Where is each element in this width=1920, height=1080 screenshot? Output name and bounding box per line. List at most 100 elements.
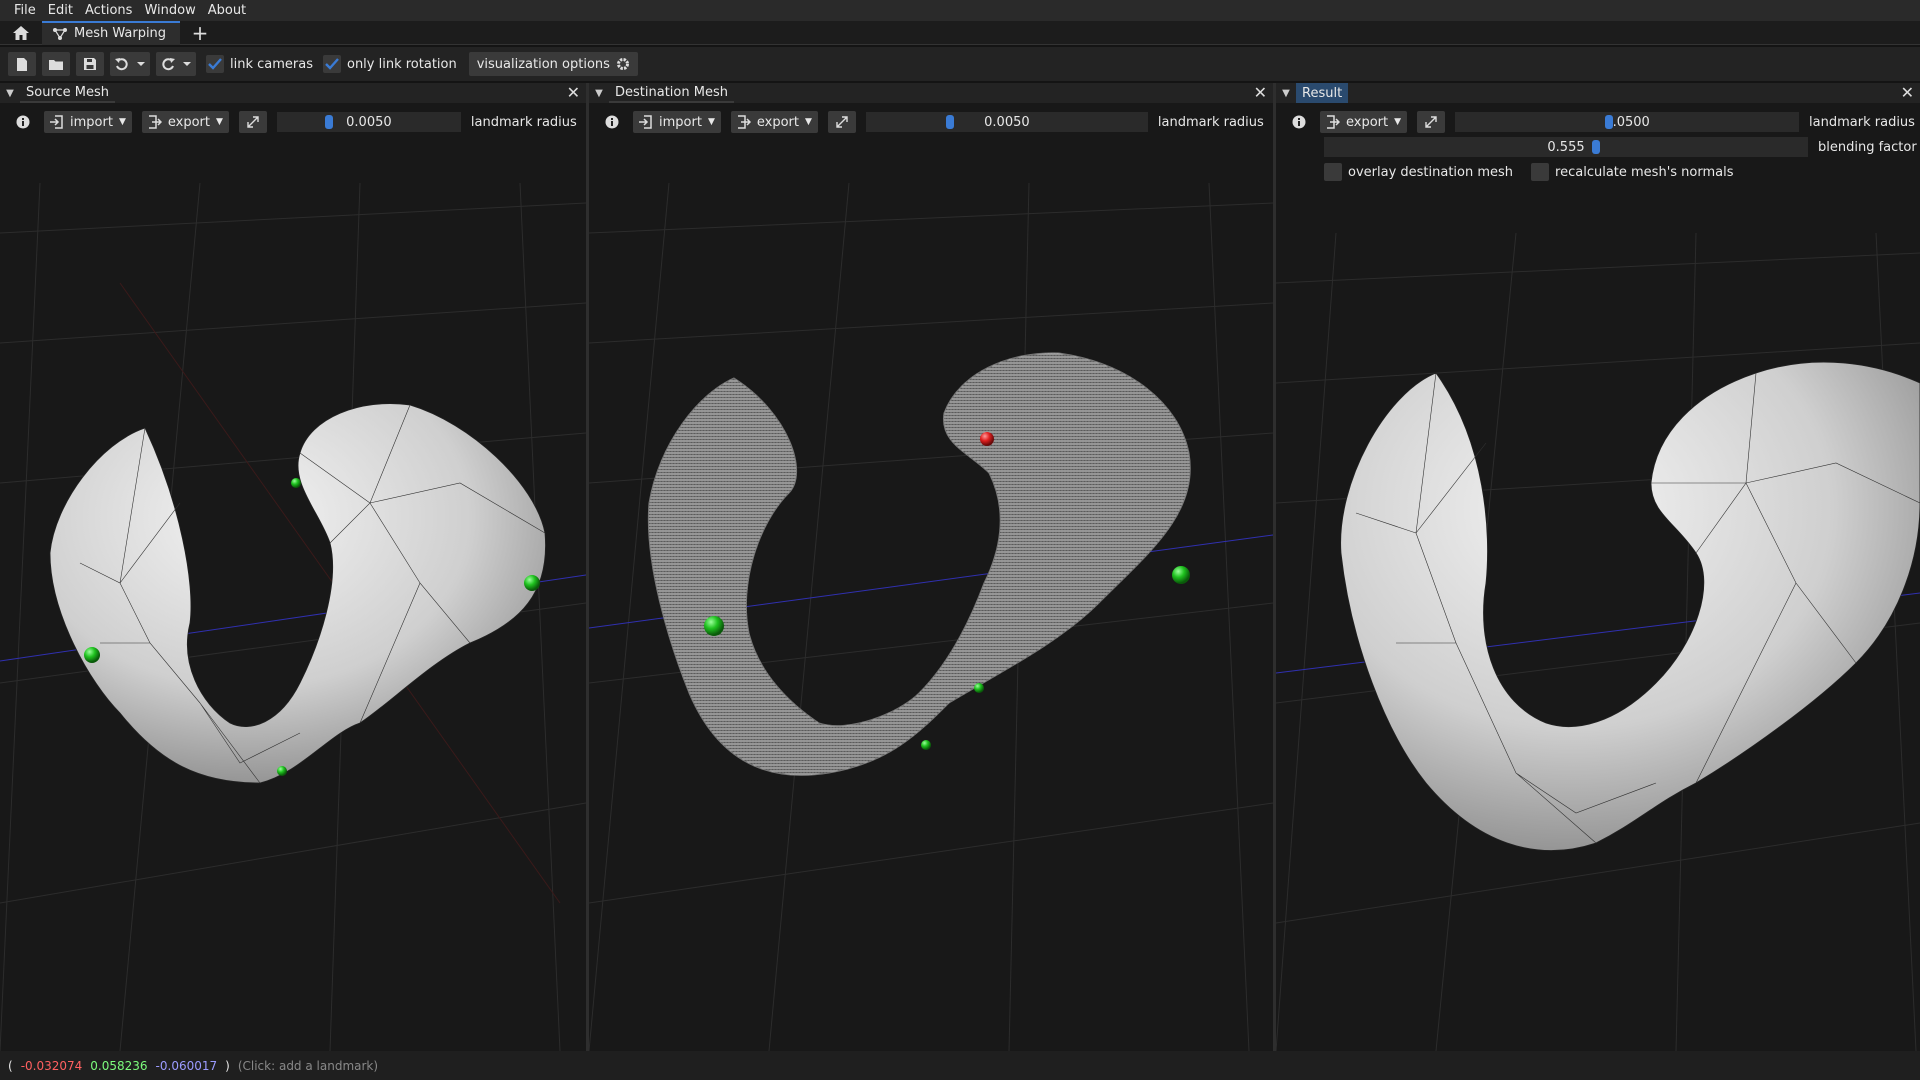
link-cameras-box[interactable] xyxy=(206,55,224,73)
info-button[interactable] xyxy=(601,111,623,133)
menu-window[interactable]: Window xyxy=(138,3,201,18)
slider-knob[interactable] xyxy=(945,115,954,129)
landmark-radius-value: 0.0050 xyxy=(346,114,392,130)
redo-icon[interactable] xyxy=(160,57,176,71)
blending-row: 0.555 blending factor xyxy=(1276,136,1920,158)
chevron-down-icon: ▼ xyxy=(118,117,126,127)
undo-history-icon[interactable] xyxy=(136,61,146,67)
blending-factor-slider[interactable]: 0.555 xyxy=(1324,137,1808,157)
landmark-point[interactable] xyxy=(291,478,301,488)
only-link-rotation-label: only link rotation xyxy=(346,56,457,72)
menu-about[interactable]: About xyxy=(202,3,252,18)
source-panel-title[interactable]: Source Mesh xyxy=(20,83,116,103)
landmark-point[interactable] xyxy=(921,740,931,750)
info-icon xyxy=(16,115,30,129)
overlay-destination-checkbox[interactable] xyxy=(1324,163,1342,181)
mesh-warping-icon xyxy=(53,27,67,40)
landmark-radius-value: 0.0050 xyxy=(984,114,1030,130)
new-file-icon xyxy=(17,57,27,71)
undo-icon[interactable] xyxy=(114,57,130,71)
export-dropdown[interactable]: export ▼ xyxy=(141,111,229,133)
panel-menu-icon[interactable]: ▼ xyxy=(589,88,609,99)
fit-view-button[interactable] xyxy=(1417,111,1446,133)
redo-history-icon[interactable] xyxy=(182,61,192,67)
tab-mesh-warping[interactable]: Mesh Warping xyxy=(42,20,181,45)
info-button[interactable] xyxy=(1288,111,1310,133)
import-dropdown[interactable]: import ▼ xyxy=(44,111,132,133)
menu-file[interactable]: File xyxy=(8,3,42,18)
save-icon xyxy=(84,58,96,70)
source-mesh-panel: ▼ Source Mesh ✕ import ▼ export ▼ 0.0050… xyxy=(0,83,586,1051)
export-label: export xyxy=(1346,114,1389,130)
export-dropdown[interactable]: export ▼ xyxy=(730,111,818,133)
main-toolbar: link cameras only link rotation visualiz… xyxy=(0,47,1920,81)
import-dropdown[interactable]: import ▼ xyxy=(633,111,721,133)
link-cameras-checkbox[interactable]: link cameras xyxy=(206,55,313,73)
result-viewport[interactable] xyxy=(1276,83,1920,1051)
expand-icon xyxy=(247,116,259,128)
landmark-point[interactable] xyxy=(524,575,540,591)
landmark-radius-label: landmark radius xyxy=(1157,114,1264,130)
status-bar: ( -0.032074 0.058236 -0.060017 ) (Click:… xyxy=(0,1051,1920,1080)
expand-icon xyxy=(836,116,848,128)
coord-x: -0.032074 xyxy=(20,1058,83,1073)
slider-knob[interactable] xyxy=(1592,140,1600,154)
selected-landmark-point[interactable] xyxy=(980,432,994,446)
tab-label: Mesh Warping xyxy=(74,26,167,41)
result-options-row: overlay destination mesh recalculate mes… xyxy=(1276,161,1920,183)
open-file-button[interactable] xyxy=(42,52,70,76)
landmark-point[interactable] xyxy=(1172,566,1190,584)
export-icon xyxy=(737,115,751,129)
blending-factor-value: 0.555 xyxy=(1547,139,1585,155)
gear-icon xyxy=(616,58,629,70)
close-icon[interactable]: ✕ xyxy=(1254,83,1267,102)
home-button[interactable] xyxy=(0,21,42,45)
undo-group xyxy=(110,52,150,76)
destination-viewport[interactable] xyxy=(589,83,1273,1051)
add-tab-button[interactable]: + xyxy=(184,21,216,45)
fit-view-button[interactable] xyxy=(238,111,267,133)
coord-close-paren: ) xyxy=(225,1058,230,1073)
result-panel-title[interactable]: Result xyxy=(1296,83,1349,103)
landmark-point[interactable] xyxy=(84,647,100,663)
landmark-radius-label: landmark radius xyxy=(470,114,577,130)
panel-menu-icon[interactable]: ▼ xyxy=(0,88,20,99)
destination-panel-title[interactable]: Destination Mesh xyxy=(609,83,734,103)
recalculate-normals-checkbox[interactable] xyxy=(1531,163,1550,181)
source-controls: import ▼ export ▼ 0.0050 landmark radius xyxy=(0,111,586,133)
import-label: import xyxy=(70,114,113,130)
landmark-point[interactable] xyxy=(974,683,984,693)
slider-knob[interactable] xyxy=(324,115,333,129)
destination-panel-header: ▼ Destination Mesh ✕ xyxy=(589,83,1273,103)
landmark-radius-slider[interactable]: 0.0050 xyxy=(865,112,1148,132)
coord-y: 0.058236 xyxy=(90,1058,148,1073)
export-dropdown[interactable]: export ▼ xyxy=(1320,111,1408,133)
home-icon xyxy=(13,25,29,40)
save-button[interactable] xyxy=(76,52,104,76)
new-file-button[interactable] xyxy=(8,52,36,76)
landmark-point[interactable] xyxy=(277,766,287,776)
close-icon[interactable]: ✕ xyxy=(567,83,580,102)
blending-factor-label: blending factor xyxy=(1818,139,1917,155)
only-link-rotation-checkbox[interactable]: only link rotation xyxy=(322,55,457,73)
slider-knob[interactable] xyxy=(1605,115,1614,129)
status-hint: (Click: add a landmark) xyxy=(237,1058,379,1073)
export-label: export xyxy=(756,114,799,130)
landmark-radius-slider[interactable]: 0.0050 xyxy=(276,112,461,132)
visualization-options-button[interactable]: visualization options xyxy=(468,52,638,76)
result-controls: export ▼ 0.0500 landmark radius xyxy=(1276,111,1920,133)
only-link-rotation-box[interactable] xyxy=(322,55,341,73)
menu-bar: File Edit Actions Window About xyxy=(0,0,1920,21)
menu-edit[interactable]: Edit xyxy=(42,3,79,18)
info-button[interactable] xyxy=(12,111,34,133)
info-icon xyxy=(605,115,619,129)
import-icon xyxy=(639,115,652,129)
landmark-radius-slider[interactable]: 0.0500 xyxy=(1455,112,1800,132)
folder-icon xyxy=(49,59,63,70)
fit-view-button[interactable] xyxy=(827,111,856,133)
close-icon[interactable]: ✕ xyxy=(1901,83,1914,102)
panel-menu-icon[interactable]: ▼ xyxy=(1276,88,1296,99)
source-viewport[interactable] xyxy=(0,83,586,1051)
landmark-point[interactable] xyxy=(704,616,724,636)
menu-actions[interactable]: Actions xyxy=(79,3,139,18)
